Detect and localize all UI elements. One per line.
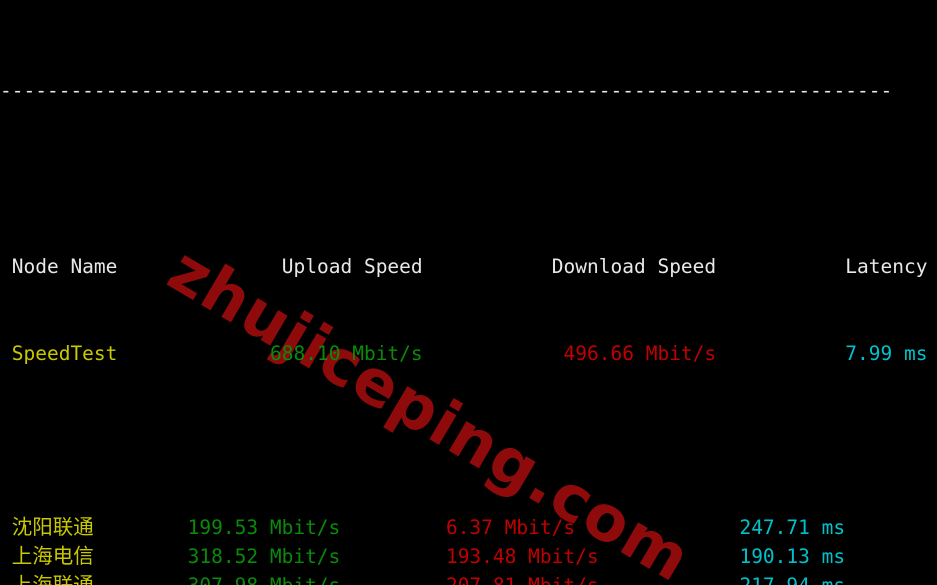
row-download-speed: 6.37 Mbit/s <box>445 516 740 539</box>
row-node-pad <box>94 545 188 568</box>
row-latency: 247.71 ms <box>739 516 937 539</box>
row-node-pad <box>94 516 188 539</box>
row-indent-1 <box>0 545 12 568</box>
table-header-block: Node Name Upload Speed Download Speed La… <box>0 194 937 426</box>
row-upload-speed: 199.53 Mbit/s <box>187 516 446 539</box>
row-node-name: 上海电信 <box>11 544 94 568</box>
header-download-speed: Download Speed <box>493 255 787 278</box>
row-upload-speed: 307.98 Mbit/s <box>188 574 446 585</box>
row-download-speed: 207.81 Mbit/s <box>446 574 740 585</box>
row-node-name: 上海联通 <box>11 573 94 585</box>
summary-node-name: SpeedTest <box>0 342 212 365</box>
table-header-row: Node Name Upload Speed Download Speed La… <box>0 252 937 281</box>
row-node-name: 沈阳联通 <box>11 515 94 539</box>
header-latency: Latency <box>845 255 928 278</box>
table-row: 上海联通 307.98 Mbit/s 207.81 Mbit/s 217.94 … <box>0 571 937 585</box>
terminal-window: zhujiceping.com ------------------------… <box>0 0 937 585</box>
summary-latency: 7.99 ms <box>845 342 928 365</box>
row-download-speed: 193.48 Mbit/s <box>445 545 740 568</box>
header-node-name: Node Name <box>0 255 212 278</box>
table-row: 沈阳联通 199.53 Mbit/s 6.37 Mbit/s 247.71 ms <box>0 513 937 542</box>
row-upload-speed: 318.52 Mbit/s <box>187 545 446 568</box>
summary-upload: 688.10 Mbit/s <box>211 342 494 365</box>
row-indent-2 <box>0 574 12 585</box>
summary-download: 496.66 Mbit/s <box>493 342 787 365</box>
table-row: 上海电信 318.52 Mbit/s 193.48 Mbit/s 190.13 … <box>0 542 937 571</box>
row-latency: 190.13 ms <box>739 545 937 568</box>
console-output: ----------------------------------------… <box>0 0 937 585</box>
divider-top: ----------------------------------------… <box>0 79 893 102</box>
row-indent-0 <box>0 516 12 539</box>
row-node-pad <box>94 574 188 585</box>
row-latency: 217.94 ms <box>739 574 937 585</box>
header-upload-speed: Upload Speed <box>211 255 494 278</box>
summary-row: SpeedTest 688.10 Mbit/s 496.66 Mbit/s 7.… <box>0 339 937 368</box>
table-body: 沈阳联通 199.53 Mbit/s 6.37 Mbit/s 247.71 ms… <box>0 513 937 585</box>
